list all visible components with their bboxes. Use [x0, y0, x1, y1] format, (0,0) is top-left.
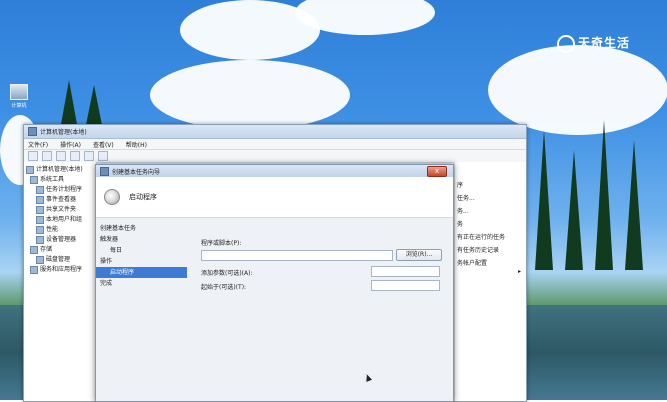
step-start-program: 启动程序: [96, 267, 187, 278]
task-wizard-icon: [100, 166, 109, 176]
add-arguments-input[interactable]: [371, 266, 440, 277]
back-icon[interactable]: [28, 151, 38, 161]
expand-arrow-icon[interactable]: ▸: [518, 268, 521, 275]
tree-item-task-scheduler[interactable]: 任务计划程序: [24, 185, 96, 195]
computer-management-icon: [28, 127, 37, 136]
folder-icon: [36, 206, 44, 214]
show-tree-icon[interactable]: [70, 151, 80, 161]
start-in-input[interactable]: [371, 280, 440, 291]
menu-view[interactable]: 查看(V): [93, 140, 114, 149]
desktop-icon-computer[interactable]: 计算机: [8, 84, 30, 109]
console-tree: 计算机管理(本地) 系统工具 任务计划程序 事件查看器 共享文件夹 本地用户和组…: [24, 162, 97, 401]
storage-icon: [30, 246, 38, 254]
toolbar: [24, 150, 526, 163]
create-basic-task-dialog[interactable]: 创建基本任务向导 x 启动程序 创建基本任务 触发器 每日 操作 启动程序 完成…: [95, 164, 454, 402]
step-daily: 每日: [110, 247, 123, 254]
computer-icon: [10, 84, 28, 100]
tree-item-local-users[interactable]: 本地用户和组: [24, 215, 96, 225]
tree-item-device-manager[interactable]: 设备管理器: [24, 235, 96, 245]
step-finish: 完成: [100, 280, 113, 287]
tree: [565, 150, 583, 270]
program-script-label: 程序或脚本(P):: [201, 240, 242, 247]
tree-item-computer-management[interactable]: 计算机管理(本地): [24, 165, 96, 175]
menu-action[interactable]: 操作(A): [60, 140, 81, 149]
close-button[interactable]: x: [427, 166, 447, 177]
add-arguments-label: 添加参数(可选)(A):: [201, 270, 253, 277]
help-icon[interactable]: [84, 151, 94, 161]
clock-icon: [36, 186, 44, 194]
watermark-logo-icon: [557, 34, 575, 53]
actions-pane: 序 任务... 务... 务 有正在运行的任务 有任务历史记录 务帐户配置 ▸: [454, 162, 526, 401]
menu-bar: 文件(F) 操作(A) 查看(V) 帮助(H): [24, 139, 526, 150]
tree-item-disk-management[interactable]: 磁盘管理: [24, 255, 96, 265]
action-item[interactable]: 有正在运行的任务: [455, 231, 526, 244]
action-item[interactable]: 任务...: [455, 192, 526, 205]
start-in-label: 起始于(可选)(T):: [201, 284, 247, 291]
action-item[interactable]: 有任务历史记录: [455, 244, 526, 257]
step-action: 操作: [100, 258, 113, 265]
tree: [535, 130, 553, 270]
computer-icon: [26, 166, 34, 174]
dialog-heading: 启动程序: [129, 193, 157, 201]
tree-item-storage[interactable]: 存储: [24, 245, 96, 255]
tree: [595, 120, 613, 270]
tree-item-performance[interactable]: 性能: [24, 225, 96, 235]
tree: [60, 80, 78, 130]
action-item[interactable]: 务帐户配置: [455, 257, 526, 270]
dialog-title: 创建基本任务向导: [112, 168, 161, 176]
dialog-header: 启动程序: [96, 177, 453, 218]
services-icon: [30, 266, 38, 274]
cloud: [150, 60, 350, 130]
users-icon: [36, 216, 44, 224]
tree-item-services-apps[interactable]: 服务和应用程序: [24, 265, 96, 275]
window-title: 计算机管理(本地): [40, 129, 87, 136]
event-viewer-icon: [36, 196, 44, 204]
properties-icon[interactable]: [98, 151, 108, 161]
step-create-basic-task: 创建基本任务: [100, 225, 137, 232]
window-titlebar[interactable]: 计算机管理(本地): [24, 125, 526, 139]
watermark: 天奇生活: [557, 34, 630, 53]
dialog-titlebar[interactable]: 创建基本任务向导 x: [96, 165, 453, 177]
cloud: [488, 45, 667, 135]
browse-button[interactable]: 浏览(R)...: [396, 249, 442, 261]
step-trigger: 触发器: [100, 236, 119, 243]
performance-icon: [36, 226, 44, 234]
action-item[interactable]: 务: [455, 218, 526, 231]
tree: [625, 140, 643, 270]
up-folder-icon[interactable]: [56, 151, 66, 161]
program-script-input[interactable]: [201, 250, 393, 261]
tree-item-system-tools[interactable]: 系统工具: [24, 175, 96, 185]
tree-item-shared-folders[interactable]: 共享文件夹: [24, 205, 96, 215]
start-program-form: 程序或脚本(P): 浏览(R)... 添加参数(可选)(A): 起始于(可选)(…: [199, 218, 453, 401]
device-manager-icon: [36, 236, 44, 244]
tools-icon: [30, 176, 38, 184]
menu-file[interactable]: 文件(F): [28, 140, 48, 149]
action-item[interactable]: 务...: [455, 205, 526, 218]
forward-icon[interactable]: [42, 151, 52, 161]
menu-help[interactable]: 帮助(H): [126, 140, 147, 149]
action-item[interactable]: 序: [455, 179, 526, 192]
desktop-icon-label: 计算机: [11, 103, 27, 109]
wizard-steps: 创建基本任务 触发器 每日 操作 启动程序 完成: [96, 218, 191, 401]
wizard-icon: [104, 189, 120, 205]
disk-icon: [36, 256, 44, 264]
tree-item-event-viewer[interactable]: 事件查看器: [24, 195, 96, 205]
